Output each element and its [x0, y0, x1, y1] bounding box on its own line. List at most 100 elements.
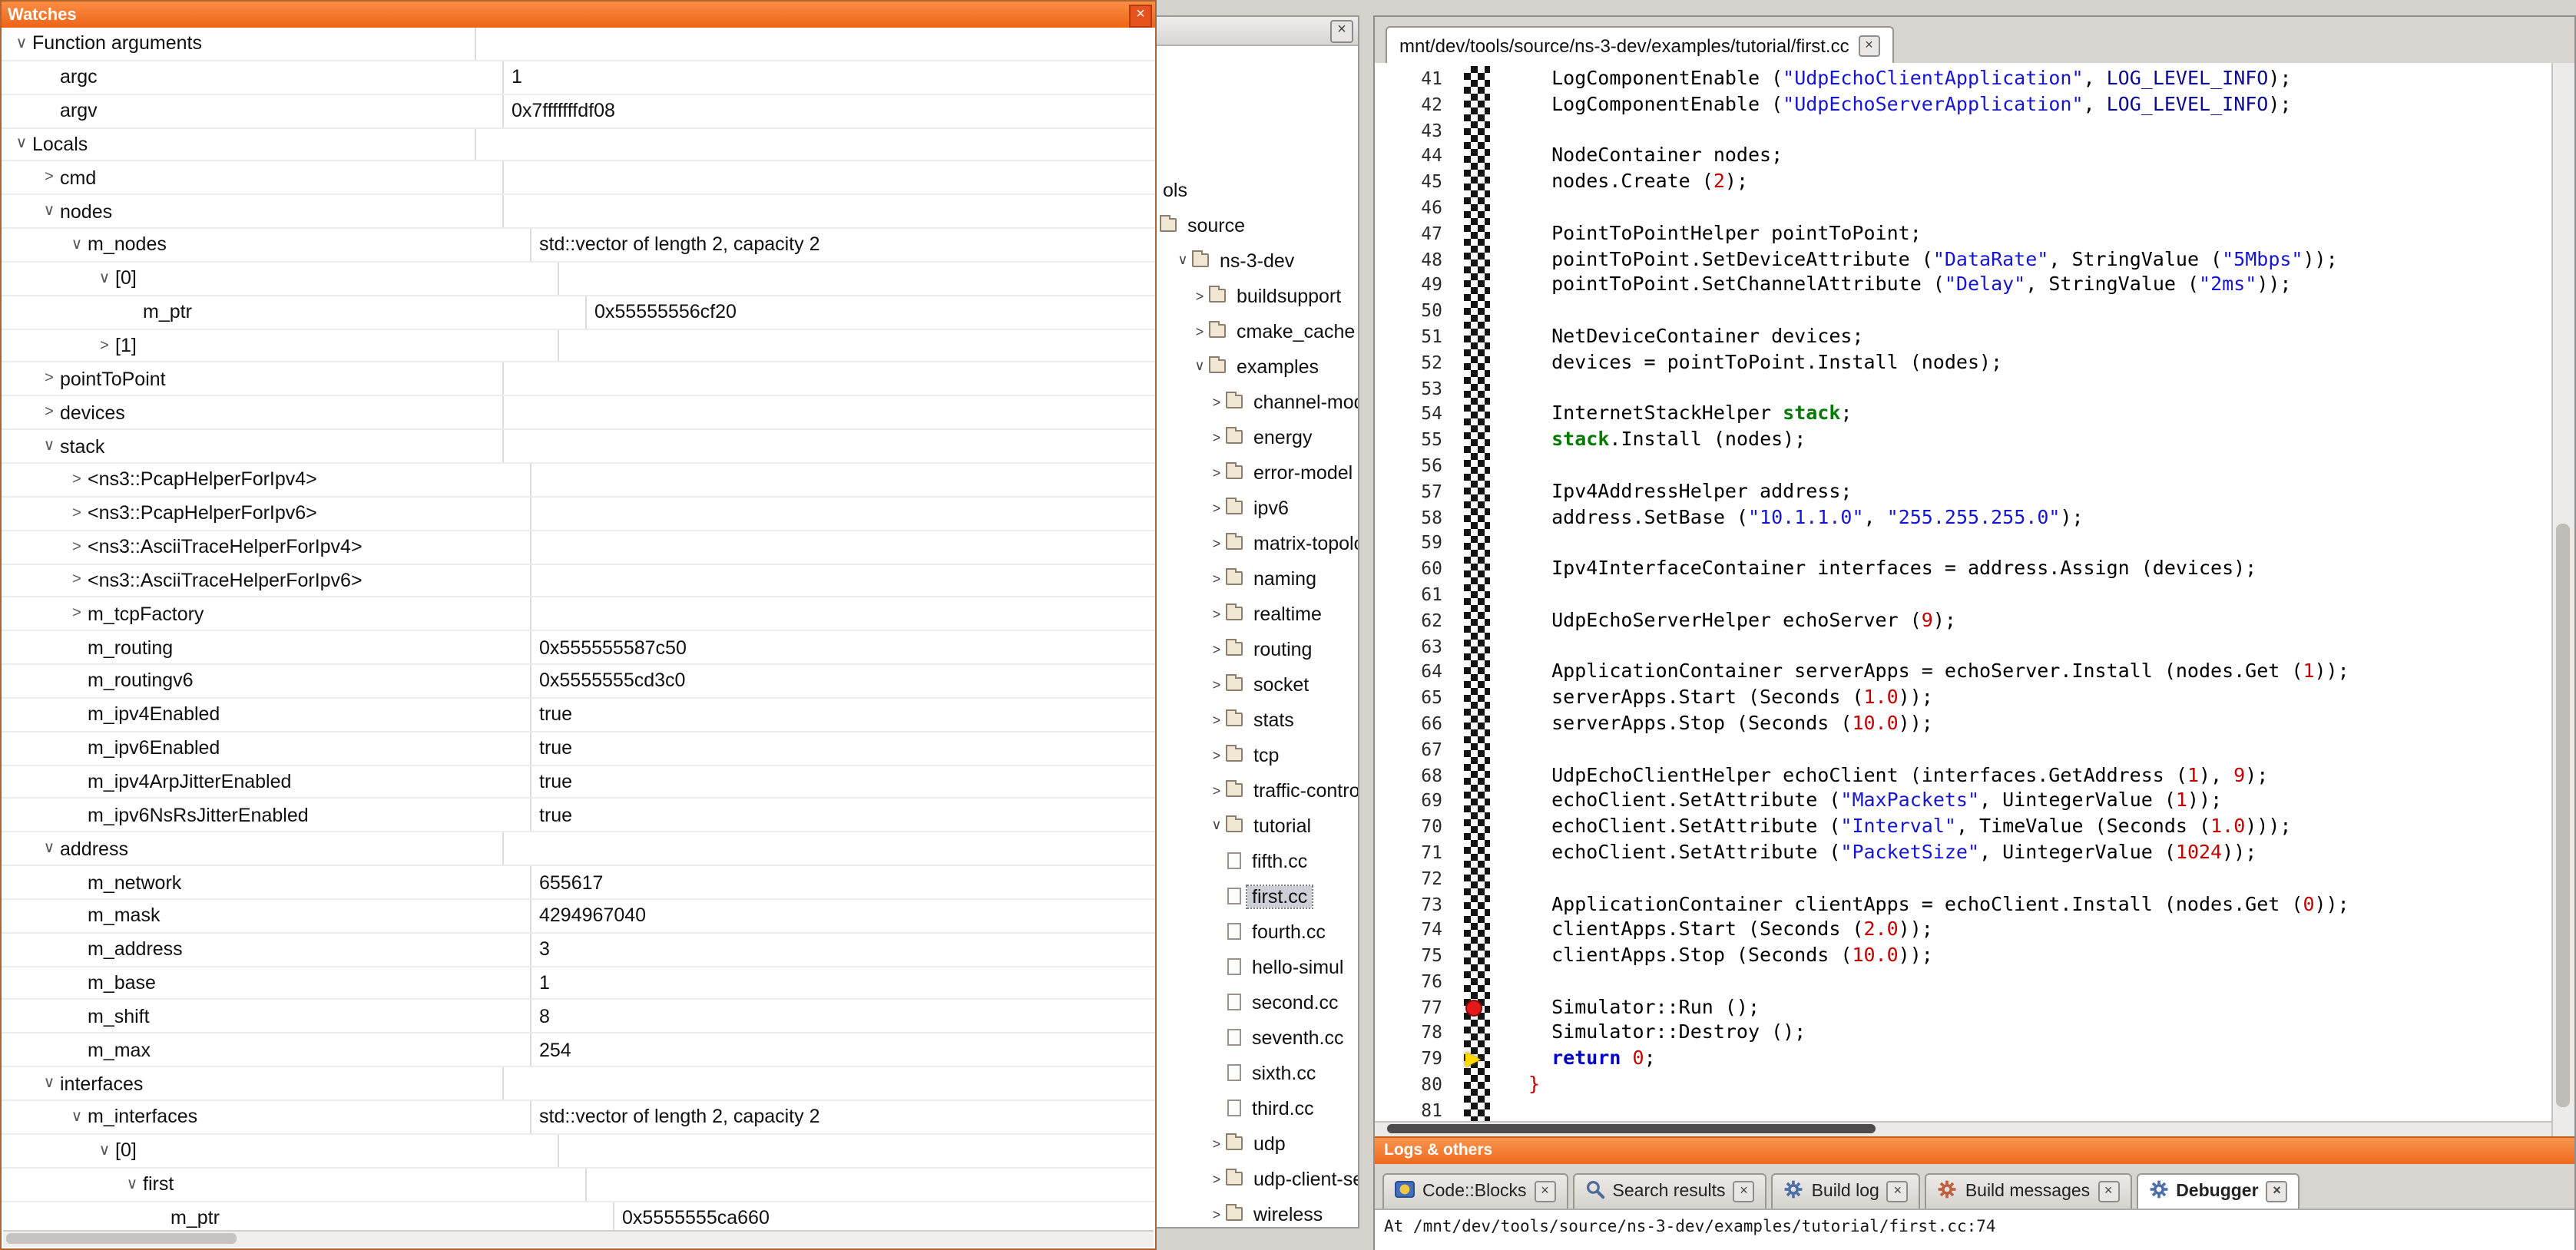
code-text[interactable]: devices = pointToPoint.Install (nodes); [1528, 350, 2553, 376]
scrollbar-thumb[interactable] [1387, 1124, 1876, 1133]
code-text[interactable]: NetDeviceContainer devices; [1528, 324, 2553, 350]
line-number[interactable]: 64 [1375, 660, 1455, 686]
code-text[interactable]: serverApps.Start (Seconds (1.0)); [1528, 685, 2553, 711]
line-number[interactable]: 55 [1375, 427, 1455, 453]
expand-arrow-icon[interactable]: > [38, 170, 60, 187]
line-number[interactable]: 58 [1375, 504, 1455, 531]
code-text[interactable] [1528, 117, 2553, 144]
watch-row[interactable]: >devices [2, 397, 1155, 431]
watch-row[interactable]: m_shift8 [2, 1000, 1155, 1034]
code-line[interactable]: 80} [1375, 1072, 2553, 1098]
expand-arrow-icon[interactable]: > [1209, 676, 1224, 692]
line-margin[interactable] [1455, 789, 1492, 815]
folder-tree-item-socket[interactable]: >socket [1146, 666, 1358, 702]
line-margin[interactable] [1455, 504, 1492, 531]
watch-row[interactable]: ><ns3::AsciiTraceHelperForIpv4> [2, 531, 1155, 564]
line-margin[interactable] [1455, 117, 1492, 144]
line-margin[interactable] [1455, 1020, 1492, 1047]
file-tree-item-third-cc[interactable]: third.cc [1146, 1090, 1358, 1126]
line-margin[interactable] [1455, 427, 1492, 453]
code-line[interactable]: 43 [1375, 117, 2553, 144]
code-text[interactable]: Simulator::Destroy (); [1528, 1020, 2553, 1047]
code-text[interactable]: Ipv4InterfaceContainer interfaces = addr… [1528, 556, 2553, 582]
line-number[interactable]: 52 [1375, 350, 1455, 376]
folder-tree-item-naming[interactable]: >naming [1146, 561, 1358, 596]
line-number[interactable]: 74 [1375, 918, 1455, 944]
code-line[interactable]: 44 NodeContainer nodes; [1375, 144, 2553, 170]
folder-tree-item-wireless[interactable]: >wireless [1146, 1196, 1358, 1232]
code-line[interactable]: 79 return 0; [1375, 1047, 2553, 1073]
folder-tree-item-buildsupport[interactable]: >buildsupport [1146, 278, 1358, 313]
code-line[interactable]: 65 serverApps.Start (Seconds (1.0)); [1375, 685, 2553, 711]
code-line[interactable]: 75 clientApps.Stop (Seconds (10.0)); [1375, 943, 2553, 969]
expand-arrow-icon[interactable]: > [38, 404, 60, 421]
code-text[interactable]: LogComponentEnable ("UdpEchoClientApplic… [1528, 66, 2553, 92]
scrollbar-thumb[interactable] [6, 1233, 237, 1244]
close-icon[interactable]: × [1859, 35, 1880, 56]
code-line[interactable]: 66 serverApps.Stop (Seconds (10.0)); [1375, 711, 2553, 737]
line-margin[interactable] [1455, 324, 1492, 350]
code-line[interactable]: 47 PointToPointHelper pointToPoint; [1375, 221, 2553, 247]
line-margin[interactable] [1455, 660, 1492, 686]
code-text[interactable]: } [1528, 1072, 2553, 1098]
line-margin[interactable] [1455, 246, 1492, 273]
code-text[interactable] [1528, 633, 2553, 660]
folder-tree-item-error-model[interactable]: >error-model [1146, 455, 1358, 490]
collapse-arrow-icon[interactable]: ∨ [94, 1143, 115, 1159]
expand-arrow-icon[interactable]: > [1209, 641, 1224, 656]
folder-tree-item-ols[interactable]: ols [1146, 172, 1358, 207]
code-editor[interactable]: 41 LogComponentEnable ("UdpEchoClientApp… [1375, 63, 2553, 1136]
line-number[interactable]: 63 [1375, 633, 1455, 660]
expand-arrow-icon[interactable]: > [1192, 288, 1207, 303]
code-text[interactable]: pointToPoint.SetChannelAttribute ("Delay… [1528, 273, 2553, 299]
collapse-arrow-icon[interactable]: ∨ [38, 203, 60, 220]
line-margin[interactable] [1455, 736, 1492, 762]
code-line[interactable]: 54 InternetStackHelper stack; [1375, 402, 2553, 428]
watch-row[interactable]: >cmd [2, 162, 1155, 196]
watch-row[interactable]: ∨stack [2, 430, 1155, 464]
collapse-arrow-icon[interactable]: ∨ [121, 1176, 143, 1192]
watch-row[interactable]: ∨[0] [2, 1135, 1155, 1169]
line-number[interactable]: 49 [1375, 273, 1455, 299]
expand-arrow-icon[interactable]: > [66, 572, 88, 589]
watches-titlebar[interactable]: Watches × [2, 2, 1155, 28]
line-number[interactable]: 61 [1375, 582, 1455, 608]
line-margin[interactable] [1455, 375, 1492, 402]
code-line[interactable]: 62 UdpEchoServerHelper echoServer (9); [1375, 607, 2553, 633]
line-number[interactable]: 45 [1375, 169, 1455, 195]
collapse-arrow-icon[interactable]: ∨ [38, 840, 60, 857]
line-margin[interactable] [1455, 195, 1492, 221]
watch-row[interactable]: ∨Locals [2, 128, 1155, 162]
expand-arrow-icon[interactable]: > [38, 371, 60, 388]
code-text[interactable]: UdpEchoServerHelper echoServer (9); [1528, 607, 2553, 633]
code-text[interactable]: ApplicationContainer serverApps = echoSe… [1528, 660, 2553, 686]
line-margin[interactable] [1455, 865, 1492, 891]
line-margin[interactable] [1455, 607, 1492, 633]
folder-tree-item-udp-client-ser[interactable]: >udp-client-ser [1146, 1161, 1358, 1196]
line-number[interactable]: 50 [1375, 298, 1455, 324]
expand-arrow-icon[interactable]: > [1209, 712, 1224, 727]
code-line[interactable]: 56 [1375, 453, 2553, 479]
code-line[interactable]: 50 [1375, 298, 2553, 324]
file-tree-item-fifth-cc[interactable]: fifth.cc [1146, 843, 1358, 878]
log-tab-debugger[interactable]: Debugger× [2136, 1173, 2300, 1209]
code-text[interactable] [1528, 969, 2553, 995]
code-text[interactable]: echoClient.SetAttribute ("MaxPackets", U… [1528, 789, 2553, 815]
line-number[interactable]: 46 [1375, 195, 1455, 221]
logs-panel-header[interactable]: Logs & others [1375, 1136, 2574, 1164]
code-line[interactable]: 76 [1375, 969, 2553, 995]
file-tree-item-second-cc[interactable]: second.cc [1146, 984, 1358, 1020]
log-tab-build-log[interactable]: Build log× [1772, 1173, 1921, 1209]
line-number[interactable]: 59 [1375, 531, 1455, 557]
folder-tree-item-tutorial[interactable]: ∨tutorial [1146, 808, 1358, 843]
collapse-arrow-icon[interactable]: ∨ [1175, 252, 1190, 269]
line-margin[interactable] [1455, 685, 1492, 711]
code-line[interactable]: 60 Ipv4InterfaceContainer interfaces = a… [1375, 556, 2553, 582]
line-number[interactable]: 78 [1375, 1020, 1455, 1047]
watch-row[interactable]: m_ptr0x5555555ca660 [2, 1202, 1155, 1232]
watch-row[interactable]: m_ipv6NsRsJitterEnabledtrue [2, 799, 1155, 833]
expand-arrow-icon[interactable]: > [66, 504, 88, 521]
file-tree-titlebar[interactable]: × [1146, 17, 1358, 46]
code-line[interactable]: 49 pointToPoint.SetChannelAttribute ("De… [1375, 273, 2553, 299]
collapse-arrow-icon[interactable]: ∨ [38, 438, 60, 455]
